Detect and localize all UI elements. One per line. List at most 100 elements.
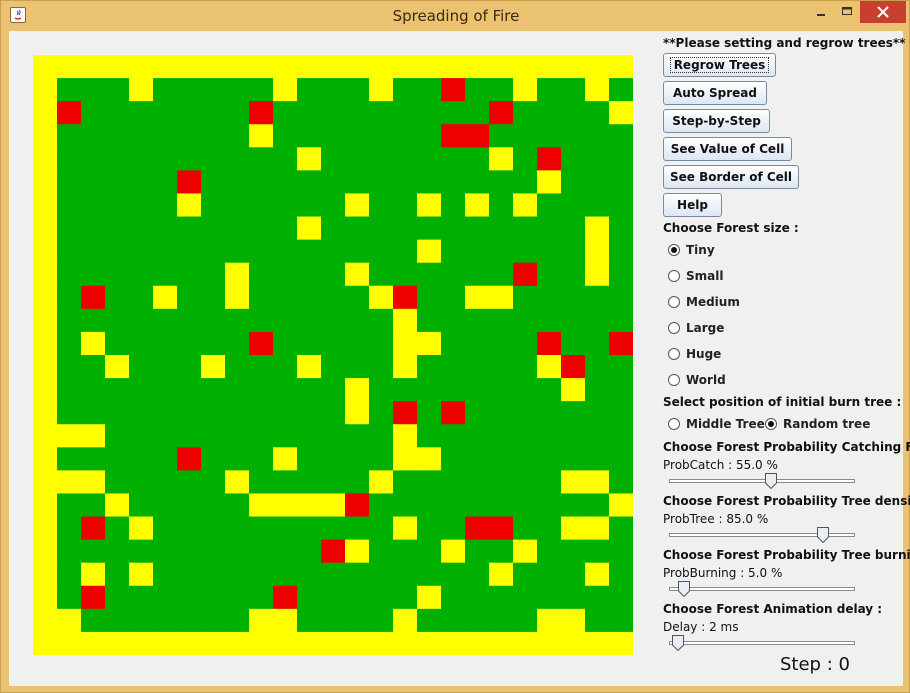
tree-cell[interactable]: [417, 101, 442, 125]
tree-cell[interactable]: [465, 170, 490, 194]
tree-cell[interactable]: [441, 170, 466, 194]
tree-cell[interactable]: [273, 539, 298, 564]
empty-cell[interactable]: [297, 55, 322, 79]
tree-cell[interactable]: [417, 216, 442, 241]
empty-cell[interactable]: [105, 631, 130, 655]
empty-cell[interactable]: [81, 470, 106, 494]
empty-cell[interactable]: [33, 355, 58, 379]
tree-cell[interactable]: [441, 447, 466, 471]
tree-cell[interactable]: [81, 124, 106, 148]
tree-cell[interactable]: [57, 378, 82, 402]
tree-cell[interactable]: [465, 262, 490, 287]
empty-cell[interactable]: [369, 470, 394, 494]
tree-cell[interactable]: [273, 562, 298, 587]
tree-cell[interactable]: [249, 308, 274, 333]
burning-tree-cell[interactable]: [489, 101, 514, 125]
tree-cell[interactable]: [321, 378, 346, 402]
tree-cell[interactable]: [393, 585, 418, 610]
tree-cell[interactable]: [201, 447, 226, 471]
tree-cell[interactable]: [129, 585, 154, 610]
tree-cell[interactable]: [57, 493, 82, 517]
tree-cell[interactable]: [297, 539, 322, 564]
tree-cell[interactable]: [321, 447, 346, 471]
empty-cell[interactable]: [33, 470, 58, 494]
slider-thumb[interactable]: [816, 527, 829, 543]
tree-cell[interactable]: [585, 308, 610, 333]
tree-cell[interactable]: [57, 285, 82, 310]
tree-cell[interactable]: [513, 493, 538, 517]
tree-cell[interactable]: [561, 401, 586, 425]
tree-cell[interactable]: [489, 239, 514, 264]
tree-cell[interactable]: [369, 562, 394, 587]
tree-cell[interactable]: [585, 147, 610, 171]
tree-cell[interactable]: [561, 285, 586, 310]
tree-cell[interactable]: [489, 170, 514, 194]
tree-cell[interactable]: [609, 147, 633, 171]
tree-cell[interactable]: [489, 447, 514, 471]
tree-cell[interactable]: [561, 447, 586, 471]
tree-cell[interactable]: [297, 470, 322, 494]
tree-cell[interactable]: [105, 216, 130, 241]
tree-cell[interactable]: [177, 424, 202, 448]
tree-cell[interactable]: [465, 585, 490, 610]
tree-cell[interactable]: [321, 101, 346, 125]
tree-cell[interactable]: [273, 262, 298, 287]
empty-cell[interactable]: [33, 331, 58, 356]
tree-cell[interactable]: [393, 493, 418, 517]
tree-cell[interactable]: [153, 608, 178, 633]
tree-cell[interactable]: [105, 285, 130, 310]
tree-cell[interactable]: [153, 585, 178, 610]
empty-cell[interactable]: [57, 470, 82, 494]
burning-tree-cell[interactable]: [537, 331, 562, 356]
tree-cell[interactable]: [537, 424, 562, 448]
tree-cell[interactable]: [393, 147, 418, 171]
tree-cell[interactable]: [153, 239, 178, 264]
burning-tree-cell[interactable]: [81, 285, 106, 310]
empty-cell[interactable]: [345, 378, 370, 402]
tree-cell[interactable]: [321, 193, 346, 217]
tree-cell[interactable]: [369, 401, 394, 425]
empty-cell[interactable]: [129, 562, 154, 587]
tree-cell[interactable]: [369, 239, 394, 264]
tree-cell[interactable]: [609, 585, 633, 610]
tree-cell[interactable]: [249, 447, 274, 471]
tree-cell[interactable]: [321, 355, 346, 379]
empty-cell[interactable]: [33, 262, 58, 287]
tree-cell[interactable]: [489, 308, 514, 333]
empty-cell[interactable]: [153, 285, 178, 310]
tree-cell[interactable]: [465, 101, 490, 125]
tree-cell[interactable]: [417, 424, 442, 448]
tree-cell[interactable]: [153, 401, 178, 425]
close-button[interactable]: [860, 1, 906, 23]
tree-cell[interactable]: [81, 539, 106, 564]
tree-cell[interactable]: [81, 608, 106, 633]
tree-cell[interactable]: [561, 562, 586, 587]
empty-cell[interactable]: [81, 55, 106, 79]
tree-cell[interactable]: [537, 216, 562, 241]
tree-cell[interactable]: [225, 516, 250, 541]
empty-cell[interactable]: [177, 193, 202, 217]
tree-cell[interactable]: [465, 608, 490, 633]
empty-cell[interactable]: [537, 355, 562, 379]
tree-cell[interactable]: [177, 239, 202, 264]
empty-cell[interactable]: [57, 631, 82, 655]
tree-cell[interactable]: [297, 585, 322, 610]
tree-cell[interactable]: [513, 378, 538, 402]
tree-cell[interactable]: [225, 447, 250, 471]
empty-cell[interactable]: [465, 55, 490, 79]
forest-grid[interactable]: [33, 55, 633, 655]
tree-cell[interactable]: [513, 608, 538, 633]
tree-cell[interactable]: [201, 493, 226, 517]
tree-cell[interactable]: [561, 101, 586, 125]
tree-cell[interactable]: [297, 193, 322, 217]
empty-cell[interactable]: [513, 55, 538, 79]
empty-cell[interactable]: [33, 608, 58, 633]
tree-cell[interactable]: [81, 193, 106, 217]
tree-cell[interactable]: [321, 147, 346, 171]
empty-cell[interactable]: [273, 608, 298, 633]
position-radio-middle-tree[interactable]: Middle Tree: [668, 415, 765, 433]
tree-cell[interactable]: [369, 447, 394, 471]
tree-cell[interactable]: [249, 401, 274, 425]
tree-cell[interactable]: [585, 424, 610, 448]
tree-cell[interactable]: [153, 216, 178, 241]
